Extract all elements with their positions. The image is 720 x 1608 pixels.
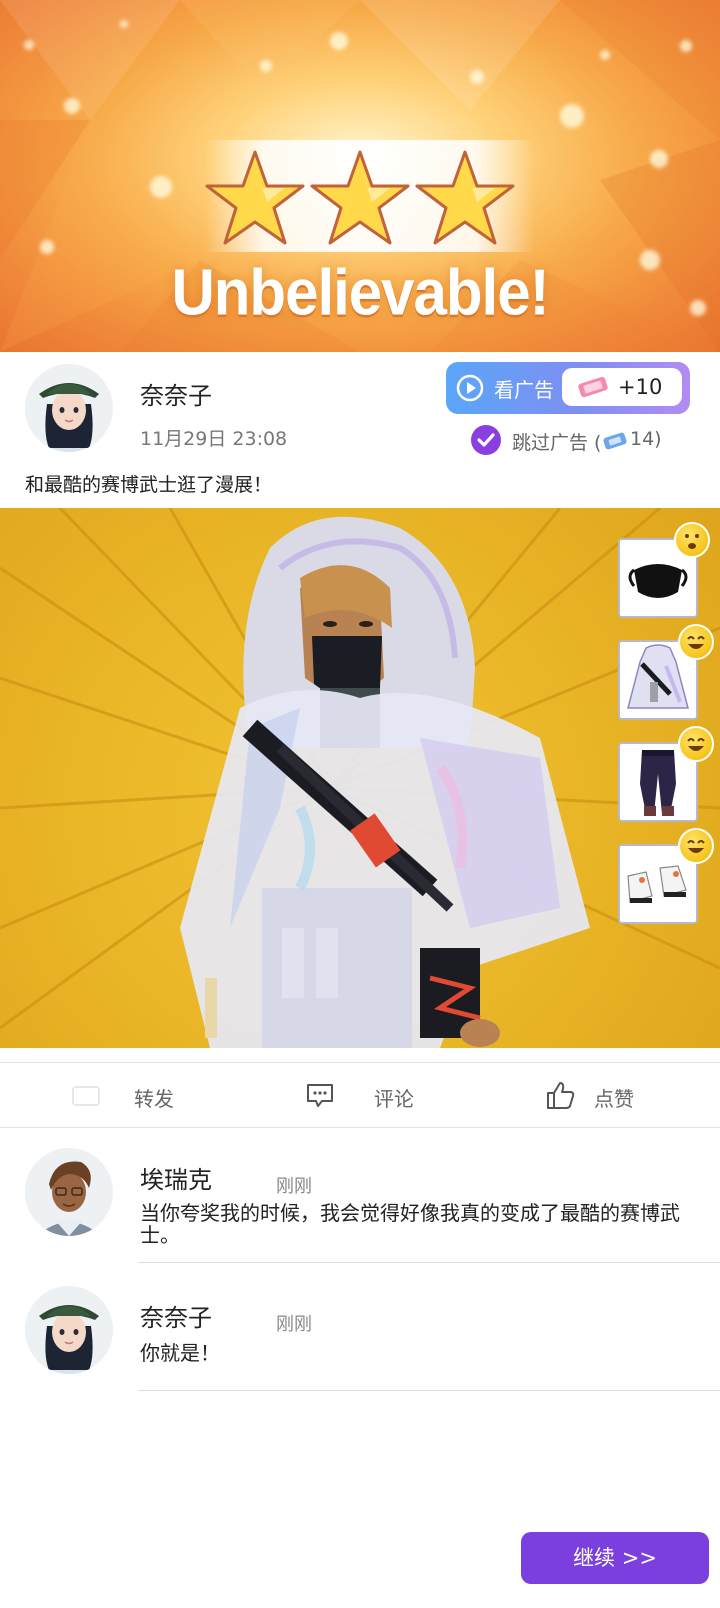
nanako-avatar-icon bbox=[25, 1286, 113, 1374]
surprised-emoji-icon bbox=[674, 522, 710, 558]
nanako-avatar-icon bbox=[25, 364, 113, 452]
grinning-emoji-icon bbox=[678, 624, 714, 660]
star-icon-2 bbox=[310, 150, 410, 245]
thumbs-up-icon bbox=[547, 1082, 575, 1109]
continue-button[interactable]: 继续 >> bbox=[521, 1532, 709, 1584]
comment-divider bbox=[138, 1262, 720, 1263]
post-timestamp: 11月29日 23:08 bbox=[140, 428, 288, 450]
ad-reward-amount: +10 bbox=[618, 375, 663, 399]
grinning-emoji-icon bbox=[678, 828, 714, 864]
skip-ad-label: 跳过广告 ( bbox=[512, 432, 602, 454]
check-circle-icon bbox=[471, 425, 501, 455]
comment-time: 刚刚 bbox=[276, 1314, 312, 1335]
eric-avatar-icon bbox=[25, 1148, 113, 1236]
comment-icon bbox=[307, 1084, 333, 1107]
avatar bbox=[25, 1148, 113, 1236]
comment-button[interactable]: 评论 bbox=[300, 1063, 460, 1129]
avatar bbox=[25, 1286, 113, 1374]
comment-time: 刚刚 bbox=[276, 1176, 312, 1197]
star-rating bbox=[205, 148, 515, 248]
watch-ad-button[interactable]: 看广告 +10 bbox=[446, 362, 690, 414]
grinning-emoji-icon bbox=[678, 726, 714, 762]
ad-reward-pill: +10 bbox=[562, 368, 682, 406]
post-image bbox=[0, 508, 720, 1048]
comment-divider bbox=[138, 1390, 720, 1391]
watch-ad-label: 看广告 bbox=[494, 378, 554, 402]
post-author: 奈奈子 bbox=[140, 382, 212, 410]
ticket-icon bbox=[578, 376, 608, 398]
post-caption: 和最酷的赛博武士逛了漫展！ bbox=[25, 474, 273, 496]
share-icon bbox=[72, 1086, 100, 1106]
cyber-samurai-illustration bbox=[0, 508, 720, 1048]
comment-text: 你就是！ bbox=[140, 1341, 220, 1365]
play-circle-icon bbox=[456, 374, 484, 402]
blue-ticket-icon bbox=[603, 432, 627, 450]
result-headline: Unbelievable! bbox=[171, 256, 549, 329]
comment-author: 奈奈子 bbox=[140, 1304, 212, 1332]
share-label: 转发 bbox=[134, 1087, 174, 1111]
skip-ad-count: 14) bbox=[630, 428, 662, 450]
comment-text: 当你夸奖我的时候，我会觉得好像我真的变成了最酷的赛博武士。 bbox=[140, 1201, 680, 1247]
like-label: 点赞 bbox=[594, 1087, 634, 1111]
post-action-bar: 转发 评论 点赞 bbox=[0, 1062, 720, 1128]
comment-author: 埃瑞克 bbox=[140, 1166, 212, 1194]
share-button[interactable]: 转发 bbox=[60, 1063, 220, 1129]
result-banner: Unbelievable! bbox=[0, 0, 720, 352]
comment-label: 评论 bbox=[374, 1087, 414, 1111]
star-icon-3 bbox=[415, 150, 515, 245]
like-button[interactable]: 点赞 bbox=[540, 1063, 700, 1129]
avatar bbox=[25, 364, 113, 452]
star-icon-1 bbox=[205, 150, 305, 245]
